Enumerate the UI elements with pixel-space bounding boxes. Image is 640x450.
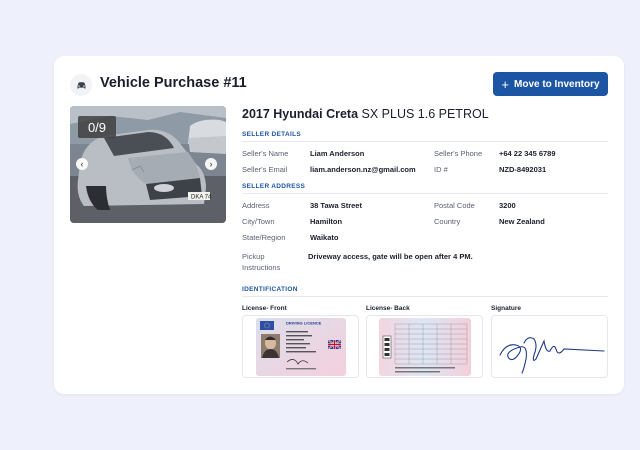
- license-header-text: DRIVING LICENCE: [286, 320, 322, 325]
- state-label: State/Region: [242, 233, 286, 242]
- license-front-label: License- Front: [242, 305, 287, 312]
- state-value: Waikato: [310, 233, 339, 242]
- address-label: Address: [242, 201, 270, 210]
- pickup-instructions-value: Driveway access, gate will be open after…: [308, 252, 473, 261]
- car-icon: [70, 74, 92, 96]
- seller-id-value: NZD-8492031: [499, 165, 547, 174]
- vehicle-name-variant: SX PLUS 1.6 PETROL: [358, 107, 489, 121]
- pickup-label-line-1: Pickup: [242, 252, 265, 261]
- license-front-image[interactable]: DRIVING LICENCE: [242, 315, 359, 378]
- identification-heading: IDENTIFICATION: [242, 286, 608, 297]
- svg-text:DKA 74: DKA 74: [191, 195, 212, 201]
- vehicle-name-model: 2017 Hyundai Creta: [242, 107, 359, 121]
- seller-name-label: Seller's Name: [242, 149, 289, 158]
- vehicle-name: 2017 Hyundai Creta SX PLUS 1.6 PETROL: [242, 107, 489, 121]
- plus-icon: +: [501, 76, 509, 92]
- move-to-inventory-label: Move to Inventory: [514, 78, 600, 90]
- next-photo-arrow-icon[interactable]: ›: [205, 158, 217, 170]
- country-value: New Zealand: [499, 217, 545, 226]
- seller-phone-value: +64 22 345 6789: [499, 149, 556, 158]
- seller-details-heading: SELLER DETAILS: [242, 131, 608, 142]
- seller-phone-label: Seller's Phone: [434, 149, 483, 158]
- postal-code-value: 3200: [499, 201, 516, 210]
- country-label: Country: [434, 217, 461, 226]
- license-back-image[interactable]: [366, 315, 483, 378]
- previous-photo-arrow-icon[interactable]: ‹: [76, 158, 88, 170]
- vehicle-photo-carousel[interactable]: DKA 74 0/9 ‹ ›: [70, 106, 226, 223]
- seller-address-heading: SELLER ADDRESS: [242, 183, 608, 194]
- seller-name-value: Liam Anderson: [310, 149, 365, 158]
- seller-id-label: ID #: [434, 165, 448, 174]
- move-to-inventory-button[interactable]: + Move to Inventory: [493, 72, 608, 96]
- signature-label: Signature: [491, 305, 521, 312]
- page-title: Vehicle Purchase #11: [100, 75, 247, 91]
- seller-email-value: liam.anderson.nz@gmail.com: [310, 165, 416, 174]
- license-front-picture: DRIVING LICENCE: [255, 317, 346, 376]
- address-value: 38 Tawa Street: [310, 201, 362, 210]
- city-value: Hamilton: [310, 217, 343, 226]
- seller-email-label: Seller's Email: [242, 165, 288, 174]
- photo-counter: 0/9: [78, 116, 116, 138]
- signature-image[interactable]: [491, 315, 608, 378]
- vehicle-purchase-card: Vehicle Purchase #11 + Move to Inventory…: [54, 56, 624, 394]
- license-back-label: License- Back: [366, 305, 410, 312]
- license-back-picture: [378, 317, 471, 376]
- pickup-label-line-2: Instructions: [242, 263, 281, 272]
- postal-code-label: Postal Code: [434, 201, 475, 210]
- signature-picture: [498, 336, 605, 374]
- city-label: City/Town: [242, 217, 275, 226]
